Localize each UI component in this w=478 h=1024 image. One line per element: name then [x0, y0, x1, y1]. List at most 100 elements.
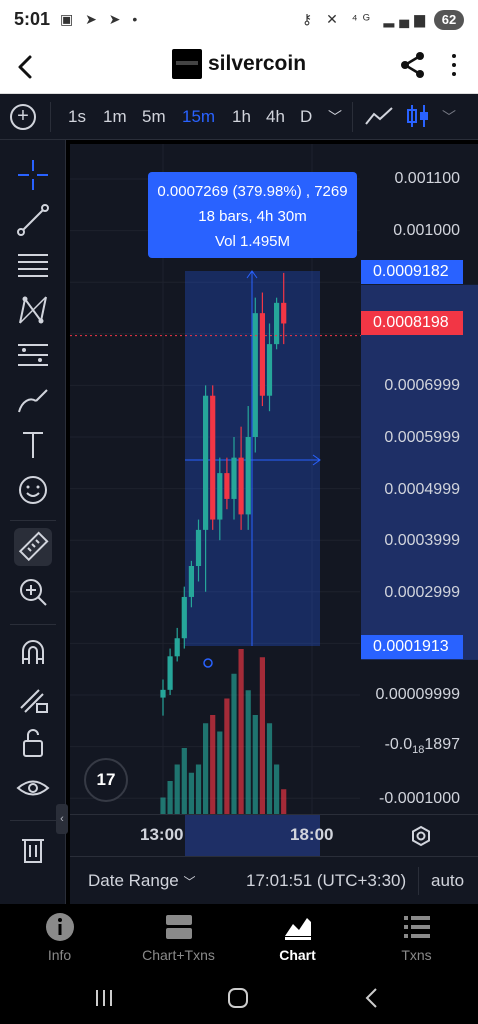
- volume-bar: [245, 690, 251, 814]
- measure-price-change: 0.0007269 (379.98%) , 7269: [157, 183, 348, 200]
- text-icon: [23, 432, 43, 458]
- candle-body: [174, 638, 180, 657]
- chart-footer: Date Range ﹀ 17:01:51 (UTC+3:30) auto: [70, 856, 478, 904]
- smiley-icon: [19, 476, 47, 504]
- chart-canvas[interactable]: 0.0007269 (379.98%) , 7269 18 bars, 4h 3…: [70, 144, 478, 814]
- collapse-toolbar-button[interactable]: ‹: [56, 804, 68, 834]
- price-label: 0.0005999: [384, 429, 460, 446]
- timeframe-1h[interactable]: 1h: [232, 107, 251, 127]
- horizontal-lines-tool[interactable]: [14, 246, 52, 284]
- volume-bar: [167, 781, 173, 814]
- current-price-tag: 0.0008198: [361, 311, 463, 335]
- candle-body: [252, 313, 258, 437]
- price-label: 0.0003999: [384, 532, 460, 549]
- candlestick-type-icon[interactable]: [406, 103, 430, 129]
- candle-body: [167, 656, 173, 690]
- nav-chart[interactable]: Chart: [238, 904, 357, 972]
- add-symbol-button[interactable]: +: [10, 104, 36, 130]
- candle-body: [217, 473, 223, 520]
- candle-body: [181, 596, 187, 639]
- indicators-icon[interactable]: [364, 105, 394, 127]
- chevron-down-icon: ﹀: [183, 875, 196, 889]
- text-tool[interactable]: [14, 426, 52, 464]
- trend-line-icon: [17, 204, 49, 236]
- measure-bars: 18 bars, 4h 30m: [198, 208, 307, 225]
- volume-bar: [231, 673, 237, 814]
- nav-label: Chart+Txns: [142, 947, 215, 963]
- chart-type-chevron-icon[interactable]: ﹀: [442, 107, 456, 127]
- low-price-tag: 0.0001913: [361, 635, 463, 659]
- volume-bar: [203, 723, 209, 814]
- eye-icon: [16, 780, 50, 796]
- timeframe-4h[interactable]: 4h: [266, 107, 285, 127]
- app-header: silvercoin: [0, 42, 478, 94]
- candle-body: [281, 302, 287, 324]
- candle-body: [238, 457, 244, 515]
- magnet-tool[interactable]: [14, 634, 52, 672]
- measure-tool[interactable]: [14, 528, 52, 566]
- unlock-tool[interactable]: [14, 724, 52, 762]
- pattern-icon: [19, 296, 47, 324]
- pattern-tool[interactable]: [14, 291, 52, 329]
- volume-bar: [252, 715, 258, 814]
- share-button[interactable]: [400, 51, 426, 79]
- trend-line-tool[interactable]: [14, 201, 52, 239]
- candle-body: [266, 344, 273, 396]
- tradingview-logo[interactable]: 17: [84, 758, 128, 802]
- date-range-button[interactable]: Date Range ﹀: [88, 871, 195, 891]
- timeframe-15m[interactable]: 15m: [182, 107, 215, 127]
- timeframe-1m[interactable]: 1m: [103, 107, 127, 127]
- volume-bar: [195, 764, 202, 814]
- zoom-in-icon: [20, 579, 47, 606]
- volume-bar: [188, 772, 194, 814]
- ruler-icon: [18, 531, 49, 562]
- candle-body: [224, 473, 230, 499]
- candle-body: [160, 689, 166, 698]
- bottom-nav: Info Chart+Txns Chart Txns: [0, 904, 478, 972]
- price-label: -0.0181897: [384, 736, 460, 757]
- status-time: 5:01: [14, 9, 51, 29]
- timeframe-5m[interactable]: 5m: [142, 107, 166, 127]
- brush-tool[interactable]: [14, 381, 52, 419]
- nav-label: Info: [47, 947, 72, 963]
- battery-icon: 62: [434, 10, 464, 30]
- crosshair-icon: [18, 160, 48, 190]
- info-icon: [46, 913, 74, 941]
- candle-body: [245, 437, 251, 515]
- nav-chart-txns[interactable]: Chart+Txns: [119, 904, 238, 972]
- home-icon[interactable]: [222, 982, 254, 1014]
- more-menu-button[interactable]: [446, 51, 462, 79]
- lock-drawing-tool[interactable]: [14, 679, 52, 717]
- fib-lines-icon: [18, 254, 48, 277]
- volume-bar: [174, 764, 180, 814]
- visibility-tool[interactable]: [14, 769, 52, 807]
- crosshair-tool[interactable]: [14, 156, 52, 194]
- candle-body: [231, 457, 237, 499]
- candle-body: [203, 395, 209, 530]
- chart-settings-icon[interactable]: [408, 823, 434, 849]
- trash-icon: [22, 839, 44, 863]
- timeframe-1s[interactable]: 1s: [68, 107, 86, 127]
- nav-info[interactable]: Info: [0, 904, 119, 972]
- prediction-icon: [18, 344, 48, 366]
- emoji-tool[interactable]: [14, 471, 52, 509]
- back-button[interactable]: [12, 52, 40, 82]
- page-title: silvercoin: [208, 52, 307, 75]
- clock-timezone[interactable]: 17:01:51 (UTC+3:30): [246, 871, 406, 891]
- price-label: 0.0004999: [384, 481, 460, 498]
- timeframe-D[interactable]: D: [300, 107, 312, 127]
- nav-txns[interactable]: Txns: [357, 904, 476, 972]
- back-icon[interactable]: [356, 982, 388, 1014]
- forecast-tool[interactable]: [14, 336, 52, 374]
- measure-tooltip: 0.0007269 (379.98%) , 7269 18 bars, 4h 3…: [148, 172, 357, 258]
- magnet-icon: [22, 640, 44, 664]
- delete-tool[interactable]: [14, 830, 52, 868]
- auto-scale-button[interactable]: auto: [431, 871, 464, 891]
- recents-icon[interactable]: [88, 982, 120, 1014]
- nav-label: Chart: [279, 947, 316, 963]
- volume-bar: [181, 748, 187, 814]
- timeframe-dropdown-chevron-icon[interactable]: ﹀: [328, 107, 342, 127]
- zoom-tool[interactable]: [14, 573, 52, 611]
- brush-icon: [18, 389, 48, 413]
- time-label: 18:00: [290, 825, 334, 844]
